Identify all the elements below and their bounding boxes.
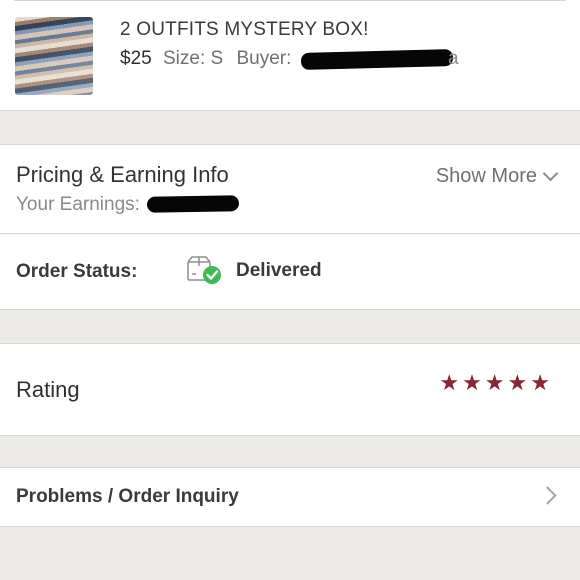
rating-stars[interactable]: ★ ★ ★ ★ ★ [439,371,550,395]
earnings-redaction [146,195,240,213]
size-value: S [210,48,224,69]
rating-section[interactable]: Rating ★ ★ ★ ★ ★ [0,343,580,436]
star-icon[interactable]: ★ [485,371,505,395]
item-title: 2 OUTFITS MYSTERY BOX! [120,19,369,40]
item-meta: $25 Size: S Buyer: [120,48,291,70]
pricing-title: Pricing & Earning Info [16,162,229,187]
star-icon[interactable]: ★ [462,371,482,395]
rating-label: Rating [16,377,80,402]
check-badge [203,266,221,284]
problems-row[interactable]: Problems / Order Inquiry [0,467,580,527]
earnings-label: Your Earnings: [16,194,140,215]
order-status-row: Order Status: Delivered [0,234,580,310]
star-icon[interactable]: ★ [508,371,528,395]
buyer-redaction [300,49,454,70]
buyer-name-tail: a [448,48,459,69]
order-status-value: Delivered [236,260,322,281]
order-status-label: Order Status: [16,261,138,282]
chevron-down-icon [542,165,559,182]
buyer-label: Buyer: [236,48,292,69]
show-more-label: Show More [435,165,537,187]
pricing-section[interactable]: Pricing & Earning Info Your Earnings: Sh… [0,144,580,234]
problems-label: Problems / Order Inquiry [16,486,239,507]
chevron-right-icon [538,486,557,505]
item-thumbnail[interactable] [15,17,93,95]
top-divider [14,0,566,1]
star-icon[interactable]: ★ [439,371,459,395]
order-item-card[interactable]: 2 OUTFITS MYSTERY BOX! $25 Size: S Buyer… [0,0,580,111]
item-price: $25 [120,48,152,69]
size-label: Size: [162,48,206,69]
star-icon[interactable]: ★ [530,371,550,395]
delivered-box-icon [187,256,221,284]
show-more-button[interactable]: Show More [435,165,559,188]
